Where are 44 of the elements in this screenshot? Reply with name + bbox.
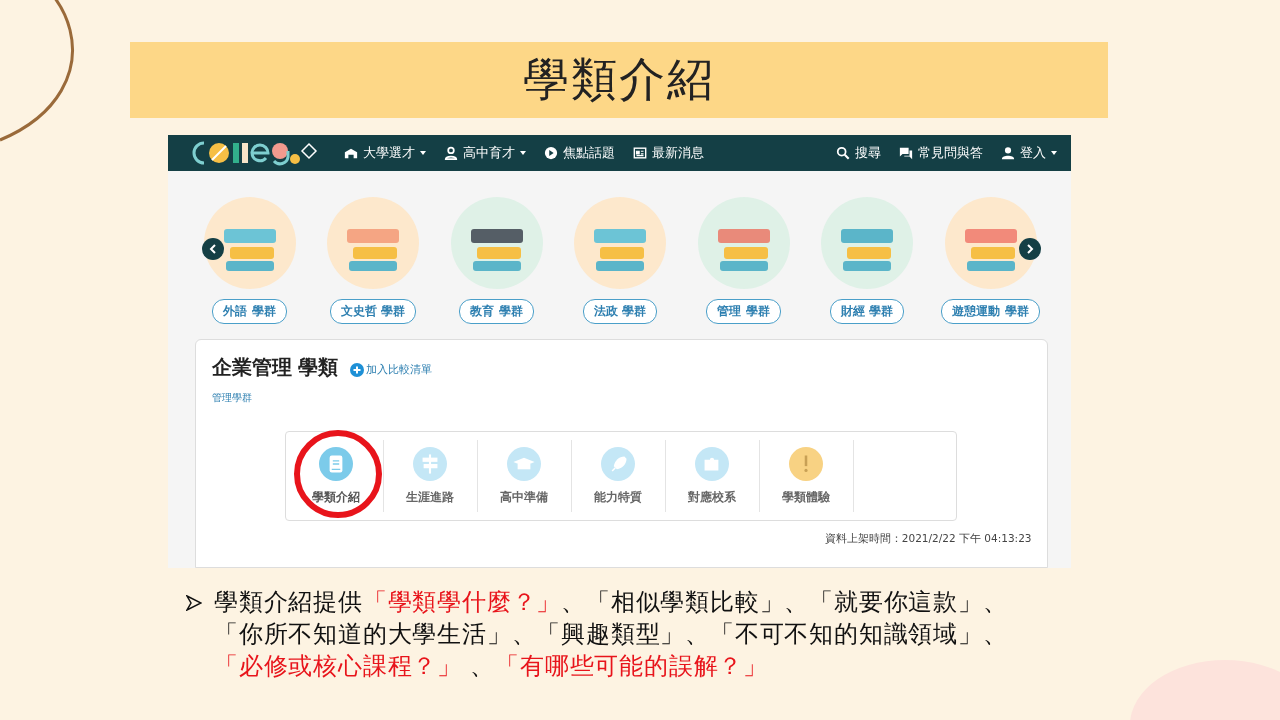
- bullet-text: 學類介紹提供「學類學什麼？」、「相似學類比較」、「就要你這款」、「你所不知道的大學生活」、「興趣類型」、「不可不知的知識領域」、 「必修或核心課程？」 、「有哪些可能的誤解？」: [214, 587, 1009, 682]
- slide-title: 學類介紹: [523, 51, 715, 108]
- nav-link[interactable]: 常見問與答: [898, 144, 983, 162]
- tab[interactable]: 學類介紹: [289, 440, 384, 512]
- group-button[interactable]: 教育 學群: [459, 299, 534, 324]
- search-icon: [835, 146, 850, 160]
- group-link[interactable]: 管理學群: [211, 391, 252, 405]
- nav-link[interactable]: 登入: [1000, 144, 1057, 162]
- graduation-cap-icon: [507, 446, 541, 481]
- tab[interactable]: 學類體驗: [759, 440, 854, 512]
- group-button[interactable]: 文史哲 學群: [329, 299, 417, 324]
- nav-link[interactable]: 焦點話題: [543, 144, 615, 162]
- nav-link[interactable]: 高中育才: [443, 144, 526, 162]
- group-button[interactable]: 財經 學群: [829, 299, 905, 324]
- chat-icon: [898, 146, 913, 160]
- rocket-icon: [601, 446, 635, 481]
- person-icon: [443, 146, 458, 160]
- puzzle-icon: [695, 446, 729, 481]
- tab[interactable]: 對應校系: [665, 440, 760, 512]
- arrow-bullet-icon: [186, 595, 202, 611]
- chevron-left-icon: [207, 244, 218, 254]
- nav-link[interactable]: 大學選才: [343, 144, 426, 162]
- user-icon: [1000, 146, 1015, 160]
- signpost-icon: [413, 446, 447, 481]
- card-title: 企業管理 學類: [211, 354, 339, 381]
- group-button[interactable]: 管理 學群: [706, 299, 781, 324]
- tab[interactable]: 能力特質: [571, 440, 666, 512]
- add-compare-link[interactable]: 加入比較清單: [350, 362, 433, 377]
- play-icon: [543, 146, 558, 160]
- exclamation-icon: [789, 446, 823, 481]
- timestamp: 資料上架時間：2021/2/22 下午 04:13:23: [823, 532, 1032, 546]
- group-button[interactable]: 外語 學群: [212, 299, 287, 324]
- nav-link[interactable]: 搜尋: [835, 144, 881, 162]
- book-icon: [319, 446, 353, 481]
- plus-icon: [350, 362, 365, 377]
- group-button[interactable]: 遊憩運動 學群: [941, 299, 1040, 324]
- chevron-right-icon: [1024, 244, 1035, 254]
- group-button[interactable]: 法政 學群: [582, 299, 658, 324]
- building-icon: [343, 146, 358, 160]
- previous-button[interactable]: [201, 238, 224, 260]
- newspaper-icon: [632, 146, 647, 160]
- tab[interactable]: 生涯進路: [383, 440, 478, 512]
- tab[interactable]: 高中準備: [477, 440, 572, 512]
- nav-link[interactable]: 最新消息: [632, 144, 704, 162]
